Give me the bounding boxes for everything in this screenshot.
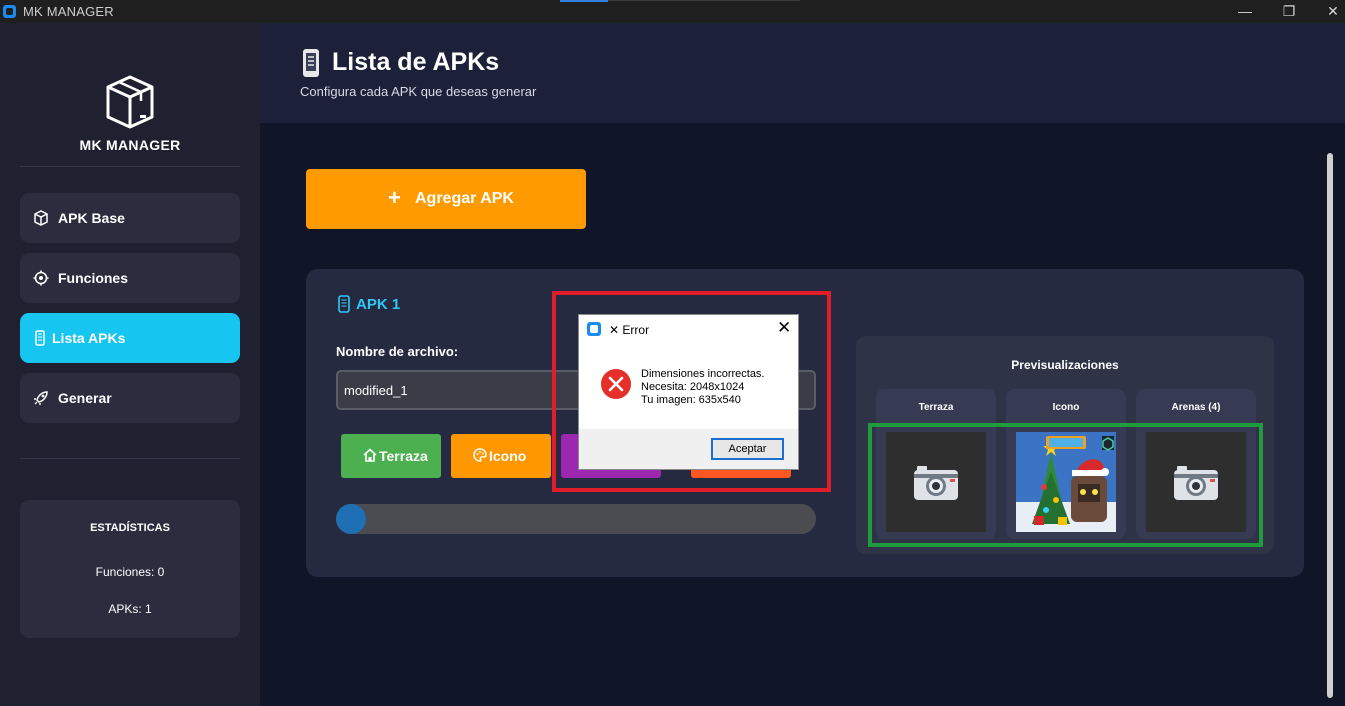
sidebar-divider <box>20 166 240 167</box>
page-subtitle: Configura cada APK que deseas generar <box>300 84 537 99</box>
accept-button[interactable]: Aceptar <box>711 438 784 460</box>
box-icon <box>34 210 48 226</box>
scrollbar[interactable] <box>1327 153 1333 698</box>
house-icon <box>363 448 377 462</box>
tab-indicator-track <box>608 0 800 1</box>
dialog-title: ✕ Error <box>609 323 649 337</box>
icono-button[interactable]: Icono <box>451 434 551 478</box>
stats-apks: APKs: 1 <box>108 602 152 616</box>
add-apk-label: Agregar APK <box>415 190 514 207</box>
minimize-button[interactable]: — <box>1222 0 1268 23</box>
add-apk-button[interactable]: + Agregar APK <box>306 169 586 229</box>
phone-icon <box>35 330 45 346</box>
title-bar: MK MANAGER — ❐ ✕ <box>0 0 1345 23</box>
tab-indicator <box>560 0 608 2</box>
sidebar-divider <box>20 458 240 459</box>
sidebar-item-apk-base[interactable]: APK Base <box>20 193 240 243</box>
rocket-icon <box>34 391 48 405</box>
progress-bar <box>336 504 816 534</box>
dialog-title-prefix: ✕ <box>609 323 620 337</box>
dialog-close-button[interactable]: ✕ <box>777 319 791 337</box>
dialog-message-line: Tu imagen: 635x540 <box>641 394 741 406</box>
palette-icon <box>473 448 487 462</box>
maximize-button[interactable]: ❐ <box>1266 0 1312 23</box>
terraza-button[interactable]: Terraza <box>341 434 441 478</box>
preview-label: Arenas (4) <box>1171 402 1221 413</box>
error-icon <box>601 369 631 399</box>
sidebar-item-label: APK Base <box>58 210 125 226</box>
sidebar-item-lista-apks[interactable]: Lista APKs <box>20 313 240 363</box>
dialog-message-line: Necesita: 2048x1024 <box>641 381 745 393</box>
terraza-button-label: Terraza <box>379 448 428 464</box>
box-logo-icon <box>106 75 154 129</box>
app-icon <box>3 5 16 18</box>
preview-title: Previsualizaciones <box>1011 358 1119 372</box>
sidebar-item-funciones[interactable]: Funciones <box>20 253 240 303</box>
preview-label: Icono <box>1052 402 1080 413</box>
sidebar-item-label: Funciones <box>58 270 129 286</box>
app-icon <box>587 322 601 336</box>
close-button[interactable]: ✕ <box>1310 0 1345 23</box>
page-title: Lista de APKs <box>332 48 500 76</box>
sidebar-item-generar[interactable]: Generar <box>20 373 240 423</box>
error-dialog: ✕ Error ✕ Dimensiones incorrectas. Neces… <box>578 314 799 470</box>
plus-icon: + <box>388 185 401 210</box>
sidebar: MK MANAGER APK Base Funciones Lista APKs… <box>0 23 260 706</box>
stats-title: ESTADÍSTICAS <box>90 522 170 534</box>
stats-panel: ESTADÍSTICAS Funciones: 0 APKs: 1 <box>20 500 240 638</box>
brand-name: MK MANAGER <box>79 137 181 153</box>
preview-images-highlight <box>868 423 1263 547</box>
dialog-message-line: Dimensiones incorrectas. <box>641 368 765 380</box>
preview-label: Terraza <box>918 402 954 413</box>
stats-funciones: Funciones: 0 <box>95 565 165 579</box>
window-title: MK MANAGER <box>23 4 114 19</box>
page-header: Lista de APKs Configura cada APK que des… <box>260 23 1345 123</box>
sidebar-item-label: Generar <box>58 390 112 406</box>
gear-icon <box>33 270 49 286</box>
dialog-title-text: Error <box>622 323 650 337</box>
icono-button-label: Icono <box>489 448 527 464</box>
phone-icon <box>338 295 350 313</box>
sidebar-item-label: Lista APKs <box>52 330 126 346</box>
apk-card-title: APK 1 <box>356 296 401 313</box>
phone-icon <box>303 49 319 77</box>
filename-label: Nombre de archivo: <box>336 344 459 359</box>
progress-fill <box>336 504 366 534</box>
